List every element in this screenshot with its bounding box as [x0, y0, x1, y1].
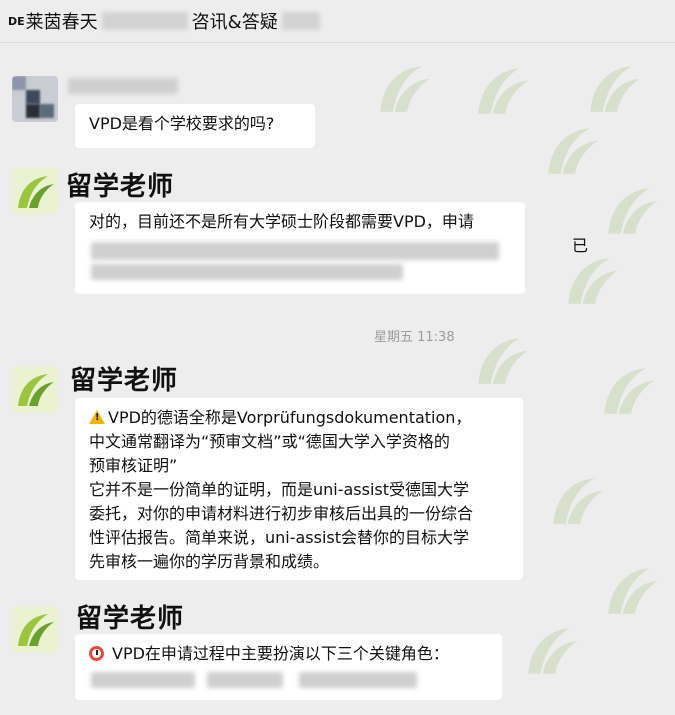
message-line-3: 预审核证明” [89, 456, 178, 475]
watermark-logo-icon [553, 478, 603, 524]
watermark-logo-icon [608, 188, 658, 234]
message-line-1: VPD在申请过程中主要扮演以下三个关键角色： [89, 642, 488, 666]
title-prefix: DE [8, 14, 25, 28]
message-line-1: VPD的德语全称是Vorprüfungsdokumentation， [89, 406, 509, 430]
watermark-logo-icon [568, 258, 618, 304]
redacted-title-segment [101, 12, 188, 30]
teacher-avatar[interactable] [12, 606, 58, 652]
watermark-logo-icon [528, 628, 578, 674]
sender-name: 留学老师 [76, 604, 185, 634]
leaf-logo-icon [18, 374, 54, 406]
message-text: VPD是看个学校要求的吗? [89, 114, 275, 133]
redacted-text-segment [299, 672, 417, 688]
alarm-clock-icon [89, 646, 104, 661]
redacted-text-segment [207, 672, 283, 688]
chat-title-suffix: 咨讯&答疑 [191, 12, 278, 33]
watermark-logo-icon [604, 368, 654, 414]
message-bubble[interactable]: VPD的德语全称是Vorprüfungsdokumentation， 中文通常翻… [75, 398, 523, 580]
chat-title-bar: DE 莱茵春天 咨讯&答疑 [0, 0, 675, 43]
redacted-text-line [91, 242, 499, 260]
message-bubble[interactable]: 对的，目前还不是所有大学硕士阶段都需要VPD，申请 已 [75, 202, 588, 294]
timestamp: 星期五 11:38 [374, 330, 455, 345]
sender-name: 留学老师 [70, 366, 179, 396]
message-bubble[interactable]: VPD是看个学校要求的吗? [75, 104, 315, 148]
teacher-avatar[interactable] [12, 366, 58, 412]
redacted-title-segment [281, 12, 320, 30]
redacted-text-line [91, 264, 403, 280]
message-line-5: 委托，对你的申请材料进行初步审核后出具的一份综合 [89, 504, 474, 523]
watermark-logo-icon [380, 66, 430, 112]
watermark-logo-icon [608, 568, 658, 614]
watermark-logo-icon [478, 68, 528, 114]
teacher-avatar[interactable] [12, 168, 58, 214]
message-line-7: 先审核一遍你的学历背景和成绩。 [89, 552, 330, 571]
partial-visible-text: 已 [572, 236, 589, 255]
sender-name: 留学老师 [66, 172, 175, 202]
message-bubble[interactable]: VPD在申请过程中主要扮演以下三个关键角色： [75, 634, 502, 700]
watermark-logo-icon [478, 338, 528, 384]
message-line-4: 它并不是一份简单的证明，而是uni-assist受德国大学 [89, 480, 470, 499]
leaf-logo-icon [18, 176, 54, 208]
chat-title: 莱茵春天 [25, 12, 98, 33]
redacted-text-segment [91, 672, 195, 688]
watermark-logo-icon [548, 128, 598, 174]
message-text: 对的，目前还不是所有大学硕士阶段都需要VPD，申请 [89, 212, 474, 231]
user-avatar[interactable] [12, 76, 58, 122]
warning-icon [89, 410, 105, 424]
message-line-2: 中文通常翻译为“预审文档”或“德国大学入学资格的 [89, 432, 450, 451]
redacted-username [68, 78, 178, 94]
watermark-logo-icon [590, 66, 640, 112]
leaf-logo-icon [18, 614, 54, 646]
message-line-6: 性评估报告。简单来说，uni-assist会替你的目标大学 [89, 528, 470, 547]
